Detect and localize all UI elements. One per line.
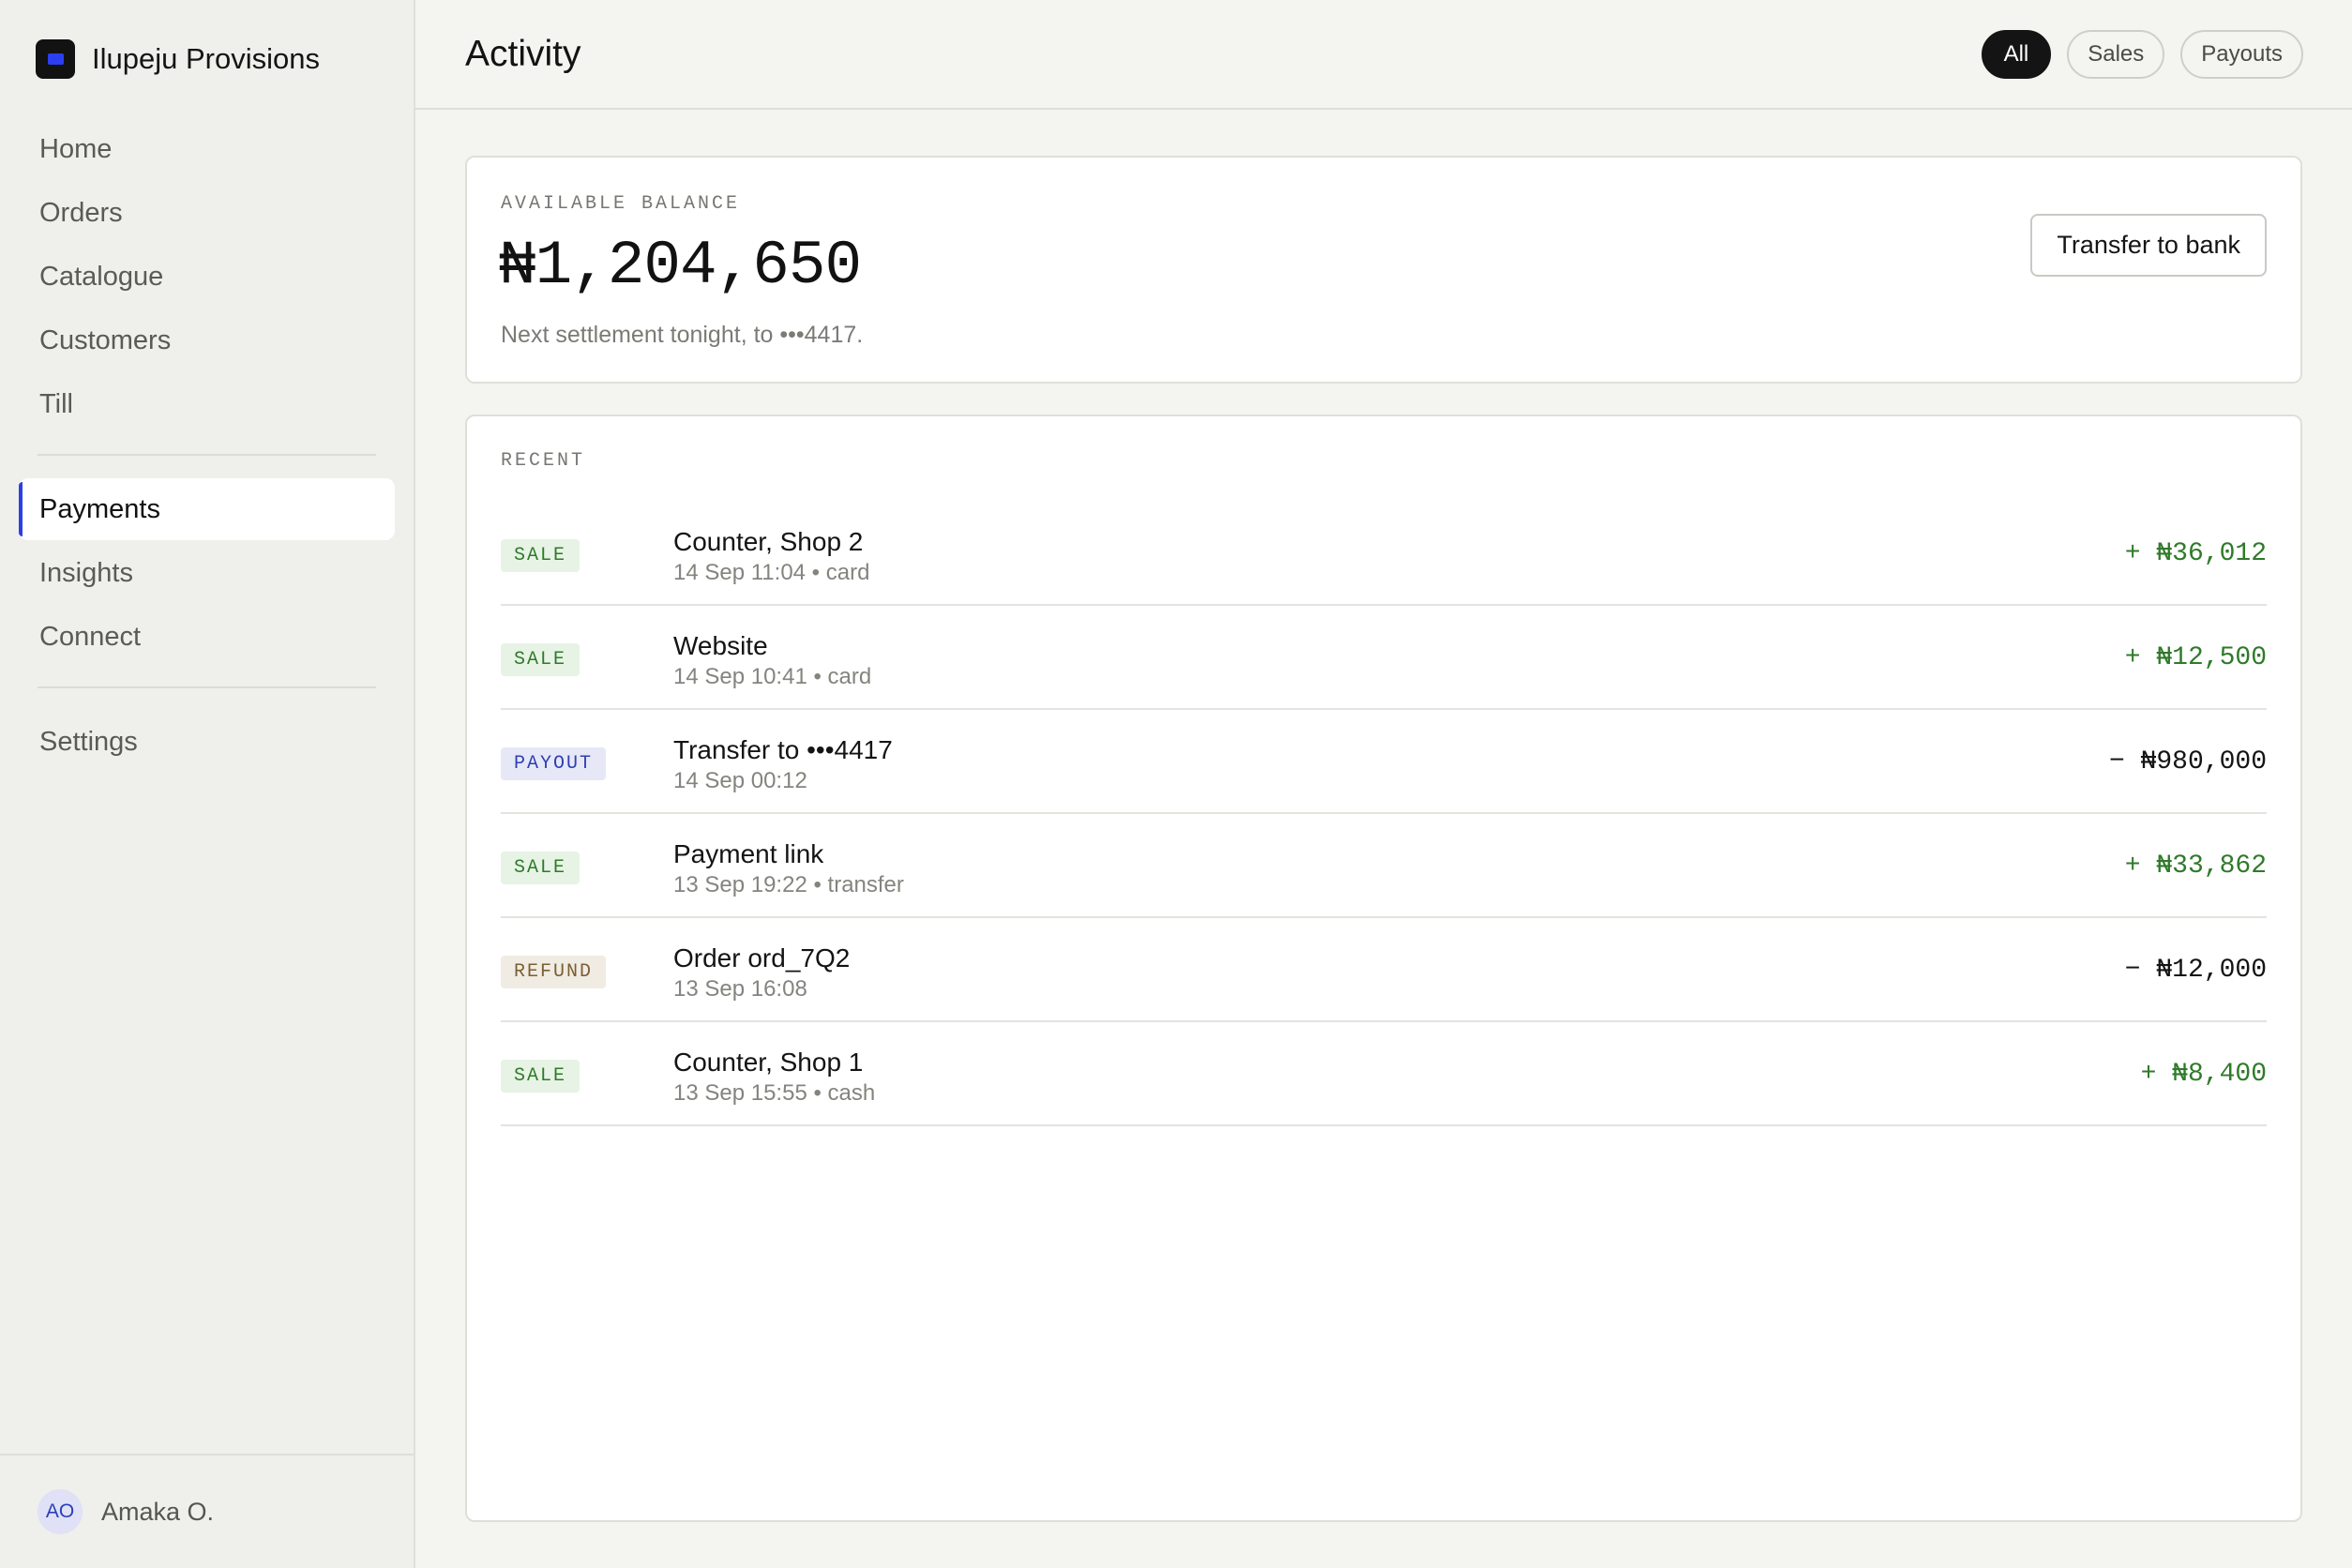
topbar: Activity All Sales Payouts (415, 0, 2352, 110)
sidebar: Ilupeju Provisions Home Orders Catalogue… (0, 0, 415, 1568)
sidebar-item-connect[interactable]: Connect (19, 606, 395, 668)
transaction-list: SALE Counter, Shop 2 14 Sep 11:04 • card… (501, 502, 2267, 1126)
filter-payouts[interactable]: Payouts (2180, 29, 2303, 79)
type-badge: SALE (501, 539, 580, 572)
balance-label: AVAILABLE BALANCE (501, 193, 741, 215)
main-content: Activity All Sales Payouts AVAILABLE BAL… (415, 0, 2352, 1568)
brand-name: Ilupeju Provisions (92, 42, 320, 75)
transaction-title: Payment link (673, 839, 824, 868)
sidebar-item-settings[interactable]: Settings (19, 711, 395, 773)
transaction-meta: 14 Sep 11:04 • card (673, 560, 870, 585)
transaction-title: Order ord_7Q2 (673, 943, 851, 972)
transaction-amount: + ₦36,012 (2124, 539, 2267, 568)
type-badge: SALE (501, 1060, 580, 1093)
transaction-amount: − ₦980,000 (2108, 747, 2267, 776)
transaction-amount: + ₦12,500 (2124, 643, 2267, 672)
transfer-to-bank-button[interactable]: Transfer to bank (2030, 214, 2267, 277)
table-row[interactable]: SALE Counter, Shop 1 13 Sep 15:55 • cash… (501, 1022, 2267, 1126)
filter-all[interactable]: All (1981, 29, 2052, 79)
transaction-meta: 13 Sep 19:22 • transfer (673, 872, 904, 897)
table-row[interactable]: SALE Payment link 13 Sep 19:22 • transfe… (501, 814, 2267, 918)
transaction-title: Counter, Shop 2 (673, 527, 864, 556)
nav-divider (38, 454, 376, 456)
transaction-title: Transfer to •••4417 (673, 735, 893, 764)
table-row[interactable]: SALE Website 14 Sep 10:41 • card + ₦12,5… (501, 606, 2267, 710)
balance-amount: ₦1,204,650 (499, 231, 862, 301)
sidebar-item-home[interactable]: Home (19, 118, 395, 180)
type-badge: REFUND (501, 956, 607, 988)
user-menu[interactable]: AO Amaka O. (0, 1454, 414, 1568)
type-badge: PAYOUT (501, 747, 607, 780)
sidebar-item-till[interactable]: Till (19, 373, 395, 435)
table-row[interactable]: PAYOUT Transfer to •••4417 14 Sep 00:12 … (501, 710, 2267, 814)
recent-activity-card: RECENT SALE Counter, Shop 2 14 Sep 11:04… (465, 415, 2302, 1522)
sidebar-item-orders[interactable]: Orders (19, 182, 395, 244)
balance-card: AVAILABLE BALANCE ₦1,204,650 Next settle… (465, 156, 2302, 384)
sidebar-nav: Home Orders Catalogue Customers Till Pay… (19, 118, 395, 775)
filter-sales[interactable]: Sales (2067, 29, 2165, 79)
transaction-amount: − ₦12,000 (2124, 956, 2267, 985)
brand-logo-icon (36, 39, 75, 79)
user-name: Amaka O. (101, 1497, 215, 1526)
transaction-meta: 13 Sep 15:55 • cash (673, 1080, 876, 1106)
transaction-title: Website (673, 631, 768, 660)
transaction-meta: 14 Sep 10:41 • card (673, 664, 872, 689)
table-row[interactable]: REFUND Order ord_7Q2 13 Sep 16:08 − ₦12,… (501, 918, 2267, 1022)
sidebar-item-catalogue[interactable]: Catalogue (19, 246, 395, 308)
sidebar-item-insights[interactable]: Insights (19, 542, 395, 604)
recent-label: RECENT (501, 450, 586, 472)
sidebar-item-payments[interactable]: Payments (19, 478, 395, 540)
type-badge: SALE (501, 643, 580, 676)
page-title: Activity (465, 33, 581, 74)
table-row[interactable]: SALE Counter, Shop 2 14 Sep 11:04 • card… (501, 502, 2267, 606)
sidebar-item-customers[interactable]: Customers (19, 309, 395, 371)
transaction-title: Counter, Shop 1 (673, 1048, 864, 1077)
transaction-amount: + ₦8,400 (2140, 1060, 2267, 1089)
brand[interactable]: Ilupeju Provisions (36, 39, 320, 79)
nav-divider (38, 686, 376, 688)
transaction-amount: + ₦33,862 (2124, 852, 2267, 881)
filter-pills: All Sales Payouts (1981, 29, 2303, 79)
settlement-note: Next settlement tonight, to •••4417. (501, 322, 864, 348)
transaction-meta: 13 Sep 16:08 (673, 976, 807, 1002)
avatar: AO (38, 1489, 83, 1534)
transaction-meta: 14 Sep 00:12 (673, 768, 807, 793)
type-badge: SALE (501, 852, 580, 884)
